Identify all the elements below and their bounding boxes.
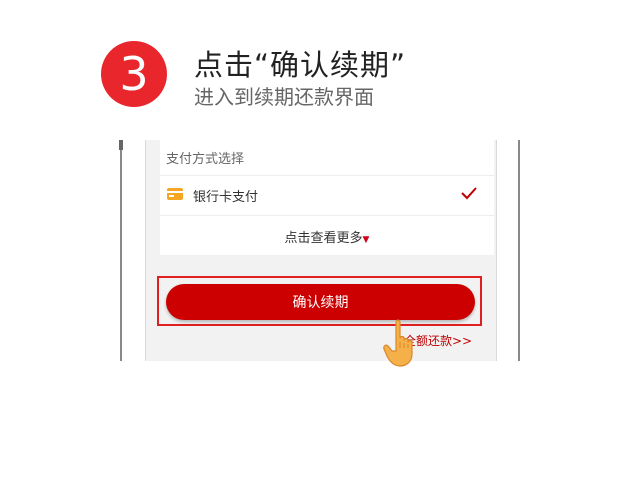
view-more-label: 点击查看更多 bbox=[284, 231, 363, 246]
phone-frame-left bbox=[120, 140, 122, 361]
step-number: 3 bbox=[119, 47, 149, 101]
step-title: 点击“确认续期” bbox=[194, 48, 407, 82]
phone-screen: 支付方式选择 银行卡支付 点击查看更多▼ 确认续期 全额还款>> bbox=[145, 140, 497, 361]
step-subtitle: 进入到续期还款界面 bbox=[194, 85, 374, 109]
checkmark-icon[interactable] bbox=[460, 184, 478, 202]
bank-card-icon bbox=[167, 188, 183, 200]
pointing-hand-icon bbox=[383, 319, 413, 367]
payment-method-label[interactable]: 银行卡支付 bbox=[193, 186, 258, 205]
confirm-renewal-button[interactable]: 确认续期 bbox=[166, 284, 475, 320]
divider bbox=[160, 175, 494, 176]
phone-frame-right bbox=[518, 140, 520, 361]
step-number-badge: 3 bbox=[101, 41, 167, 107]
divider bbox=[160, 215, 494, 216]
confirm-renewal-label: 确认续期 bbox=[292, 295, 349, 311]
view-more-link[interactable]: 点击查看更多▼ bbox=[160, 227, 494, 246]
payment-method-card: 支付方式选择 银行卡支付 点击查看更多▼ bbox=[160, 140, 494, 255]
payment-section-title: 支付方式选择 bbox=[166, 152, 245, 167]
phone-frame-notch bbox=[119, 140, 123, 150]
dropdown-triangle-icon: ▼ bbox=[362, 235, 370, 245]
